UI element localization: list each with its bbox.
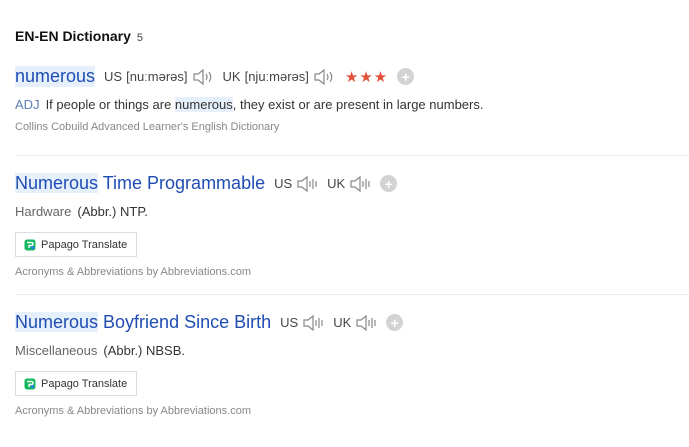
- result-count: 5: [136, 32, 144, 44]
- papago-icon: [24, 239, 36, 250]
- add-icon[interactable]: +: [386, 314, 404, 331]
- uk-label: UK: [222, 69, 241, 84]
- papago-translate-label: Papago Translate: [41, 377, 128, 390]
- speaker-icon[interactable]: [302, 314, 324, 332]
- definition: Miscellaneous (Abbr.) NBSB.: [15, 343, 689, 358]
- uk-label: UK: [333, 315, 352, 330]
- papago-translate-button[interactable]: Papago Translate: [15, 232, 138, 257]
- definition-text-end: , they exist or are present in large num…: [232, 97, 484, 112]
- divider: [15, 155, 689, 156]
- speaker-icon[interactable]: [349, 175, 371, 193]
- entry-numerous-boyfriend-since-birth: Numerous Boyfriend Since Birth US UK + M…: [15, 312, 689, 417]
- us-label: US: [280, 315, 299, 330]
- us-pronunciation: [nuːmərəs]: [126, 69, 188, 84]
- entry-numerous-time-programmable: Numerous Time Programmable US UK + Hardw…: [15, 173, 689, 278]
- add-icon[interactable]: +: [380, 175, 398, 192]
- papago-icon: [24, 378, 36, 389]
- papago-translate-button[interactable]: Papago Translate: [15, 371, 138, 396]
- dictionary-title: EN-EN Dictionary: [15, 28, 131, 44]
- source-label: Acronyms & Abbreviations by Abbreviation…: [15, 405, 252, 417]
- definition-text: (Abbr.) NBSB.: [103, 343, 186, 358]
- category-label: Miscellaneous: [15, 343, 98, 358]
- headword[interactable]: numerous: [15, 66, 96, 87]
- entry-numerous: numerous US [nuːmərəs] UK [njuːmərəs] ★★…: [15, 66, 689, 133]
- add-icon[interactable]: +: [397, 68, 415, 85]
- source-label: Acronyms & Abbreviations by Abbreviation…: [15, 266, 252, 278]
- definition-text: If people or things are: [45, 97, 175, 112]
- source-label: Collins Cobuild Advanced Learner's Engli…: [15, 121, 280, 133]
- speaker-icon[interactable]: [313, 68, 335, 86]
- rating-stars: ★★★: [344, 68, 389, 86]
- definition: Hardware (Abbr.) NTP.: [15, 204, 689, 219]
- category-label: Hardware: [15, 204, 72, 219]
- definition: ADJ If people or things are numerous, the…: [15, 97, 689, 112]
- definition-text: (Abbr.) NTP.: [77, 204, 148, 219]
- headword[interactable]: Numerous Boyfriend Since Birth: [15, 312, 271, 333]
- uk-pronunciation: [njuːmərəs]: [244, 69, 309, 84]
- divider: [15, 294, 689, 295]
- uk-label: UK: [327, 176, 346, 191]
- us-label: US: [104, 69, 123, 84]
- speaker-icon[interactable]: [192, 68, 214, 86]
- us-label: US: [274, 176, 293, 191]
- part-of-speech: ADJ: [15, 97, 40, 112]
- dictionary-header: EN-EN Dictionary 5: [15, 28, 143, 44]
- speaker-icon[interactable]: [355, 314, 377, 332]
- definition-highlight: numerous: [174, 97, 233, 112]
- headword[interactable]: Numerous Time Programmable: [15, 173, 265, 194]
- papago-translate-label: Papago Translate: [41, 238, 128, 251]
- speaker-icon[interactable]: [296, 175, 318, 193]
